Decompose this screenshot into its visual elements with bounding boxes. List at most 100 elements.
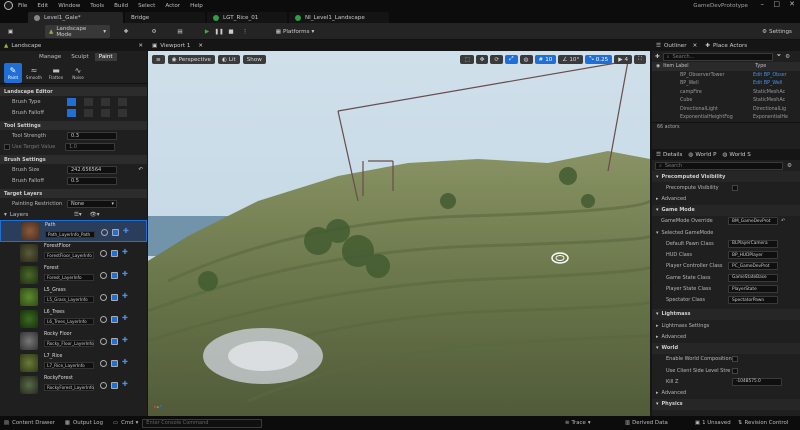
- brush-type-alpha-icon[interactable]: [84, 97, 93, 106]
- layer-folder-icon[interactable]: [111, 382, 118, 389]
- outliner-row[interactable]: BP_Well Edit BP_Well: [680, 80, 800, 89]
- layer-edit-icon[interactable]: [100, 382, 107, 389]
- chevron-down-icon[interactable]: ▾: [4, 212, 7, 218]
- tab-place-actors[interactable]: Place Actors: [713, 43, 747, 49]
- column-item-label[interactable]: Item Label: [663, 64, 755, 69]
- outliner-row[interactable]: DirectionalLight DirectionalLig: [680, 105, 800, 114]
- layer-edit-icon[interactable]: [100, 272, 107, 279]
- outliner-row[interactable]: BP_ObserverTower Edit BP_Obser: [680, 71, 800, 80]
- tool-strength-input[interactable]: 0.3: [67, 131, 117, 140]
- rotate-icon[interactable]: ⟳: [490, 55, 504, 64]
- layer-folder-icon[interactable]: [111, 272, 118, 279]
- scale-icon[interactable]: ⤢: [505, 55, 518, 64]
- tab-world-settings[interactable]: ◍ World S: [723, 152, 751, 158]
- add-icon[interactable]: ✚: [122, 248, 129, 256]
- close-icon[interactable]: ✕: [198, 43, 203, 49]
- precompute-checkbox[interactable]: [732, 184, 738, 191]
- falloff-tip-icon[interactable]: [118, 108, 127, 117]
- section-target-layers[interactable]: Target Layers: [0, 189, 147, 198]
- lit-button[interactable]: ◐ Lit: [217, 55, 240, 64]
- visibility-icon[interactable]: 👁▾: [90, 212, 100, 218]
- layer-folder-icon[interactable]: [111, 294, 118, 301]
- cinematics-icon[interactable]: ▤: [174, 25, 186, 38]
- sort-icon[interactable]: ☰▾: [74, 212, 82, 218]
- rotation-snap-button[interactable]: ∠ 10°: [558, 55, 584, 64]
- prop-value-dropdown[interactable]: SpectatorPawn: [728, 296, 778, 305]
- add-icon[interactable]: ✚: [122, 292, 129, 300]
- outliner-search-input[interactable]: ⌕ Search...: [662, 52, 773, 61]
- prop-value-dropdown[interactable]: BP_HUDPlayer: [728, 251, 778, 260]
- mode-dropdown[interactable]: ▲ Landscape Mode ▾: [45, 25, 110, 38]
- target-value-input[interactable]: 1.0: [65, 142, 115, 151]
- layer-info-dropdown[interactable]: Forest_LayerInfo: [44, 274, 94, 281]
- cmd-dropdown[interactable]: Cmd: [121, 420, 133, 426]
- layer-edit-icon[interactable]: [100, 250, 107, 257]
- maximize-icon[interactable]: □: [773, 0, 780, 8]
- layer-folder-icon[interactable]: [111, 316, 118, 323]
- more-icon[interactable]: ⋮: [240, 25, 250, 38]
- content-drawer-button[interactable]: Content Drawer: [12, 420, 55, 426]
- tab-lgt-rice[interactable]: LGT_Rice_01: [207, 12, 287, 23]
- tab-sculpt[interactable]: Sculpt: [67, 53, 92, 61]
- menu-help[interactable]: Help: [190, 3, 203, 9]
- world-composition-checkbox[interactable]: [732, 356, 738, 363]
- layer-folder-icon[interactable]: [111, 338, 118, 345]
- prop-value-dropdown[interactable]: PlayerState: [728, 285, 778, 294]
- layer-item-rockyforest[interactable]: RockyForest RockyForest_LayerInfo ✚: [0, 374, 147, 396]
- layer-info-dropdown[interactable]: Path_LayerInfo_Path: [45, 231, 95, 238]
- prop-advanced-lightmass[interactable]: ▸ Advanced: [652, 331, 800, 342]
- close-icon[interactable]: ✕: [138, 43, 143, 49]
- falloff-linear-icon[interactable]: [84, 108, 93, 117]
- kill-z-input[interactable]: -1048575.0: [732, 377, 782, 386]
- layer-info-dropdown[interactable]: L6_Trees_LayerInfo: [44, 318, 94, 325]
- layer-info-dropdown[interactable]: L5_Grass_LayerInfo: [44, 296, 94, 303]
- tab-bridge[interactable]: Bridge: [125, 12, 205, 23]
- settings-button[interactable]: ⚙ Settings: [757, 25, 797, 38]
- settings-icon[interactable]: ⚙: [785, 54, 790, 60]
- tab-details[interactable]: ☰ Details: [656, 152, 682, 158]
- prop-value-dropdown[interactable]: BLPlayerCamera: [728, 239, 778, 248]
- restriction-dropdown[interactable]: None ▾: [67, 199, 117, 208]
- brush-type-pattern-icon[interactable]: [101, 97, 110, 106]
- brush-size-input[interactable]: 242.656564: [67, 165, 117, 174]
- tab-ni-level1-landscape[interactable]: NI_Level1_Landscape: [289, 12, 389, 23]
- tool-smooth[interactable]: ≈ Smooth: [24, 63, 44, 83]
- add-icon[interactable]: ✚: [122, 380, 129, 388]
- outliner-row[interactable]: campFire StaticMeshAc: [680, 88, 800, 97]
- blueprint-icon[interactable]: ⚙: [148, 25, 160, 38]
- tool-paint[interactable]: ✎ Paint: [4, 62, 22, 83]
- viewport-menu-icon[interactable]: ≡: [152, 55, 165, 64]
- add-content-icon[interactable]: ✚: [120, 25, 132, 38]
- layer-info-dropdown[interactable]: RockyForest_LayerInfo: [44, 384, 94, 391]
- section-brush-settings[interactable]: Brush Settings: [0, 155, 147, 164]
- section-landscape-editor[interactable]: Landscape Editor: [0, 87, 147, 96]
- layer-edit-icon[interactable]: [100, 360, 107, 367]
- section-tool-settings[interactable]: Tool Settings: [0, 121, 147, 130]
- camera-speed-button[interactable]: ▶ 4: [614, 55, 633, 64]
- menu-edit[interactable]: Edit: [37, 3, 48, 9]
- falloff-smooth-icon[interactable]: [67, 108, 76, 117]
- tab-outliner[interactable]: Outliner: [664, 43, 687, 49]
- platforms-button[interactable]: ▦ Platforms ▾: [270, 25, 320, 38]
- brush-falloff-input[interactable]: 0.5: [67, 176, 117, 185]
- tab-manage[interactable]: Manage: [35, 53, 65, 61]
- maximize-viewport-icon[interactable]: ⛶: [634, 55, 646, 64]
- grid-snap-button[interactable]: # 10: [534, 55, 557, 64]
- layer-item-l7-rice[interactable]: L7_Rice L7_Rice_LayerInfo ✚: [0, 352, 147, 374]
- stop-icon[interactable]: ■: [226, 25, 236, 38]
- layer-edit-icon[interactable]: [100, 316, 107, 323]
- viewport-scene[interactable]: [148, 51, 650, 416]
- prop-selected-gamemode[interactable]: ▾ Selected GameMode: [652, 227, 800, 238]
- outliner-row[interactable]: ExponentialHeightFog ExponentialHe: [680, 114, 800, 123]
- derived-data-button[interactable]: ▥ Derived Data: [625, 420, 668, 426]
- menu-file[interactable]: File: [18, 3, 27, 9]
- minimize-icon[interactable]: –: [761, 0, 765, 8]
- tool-noise[interactable]: ∿ Noise: [68, 63, 88, 83]
- add-icon[interactable]: ✚: [122, 336, 129, 344]
- row-type-link[interactable]: Edit BP_Obser: [753, 73, 787, 78]
- prop-lightmass-settings[interactable]: ▸ Lightmass Settings: [652, 320, 800, 331]
- layer-folder-icon[interactable]: [111, 250, 118, 257]
- translate-icon[interactable]: ✥: [475, 55, 489, 64]
- settings-icon[interactable]: ⚙: [787, 163, 792, 169]
- menu-actor[interactable]: Actor: [165, 3, 180, 9]
